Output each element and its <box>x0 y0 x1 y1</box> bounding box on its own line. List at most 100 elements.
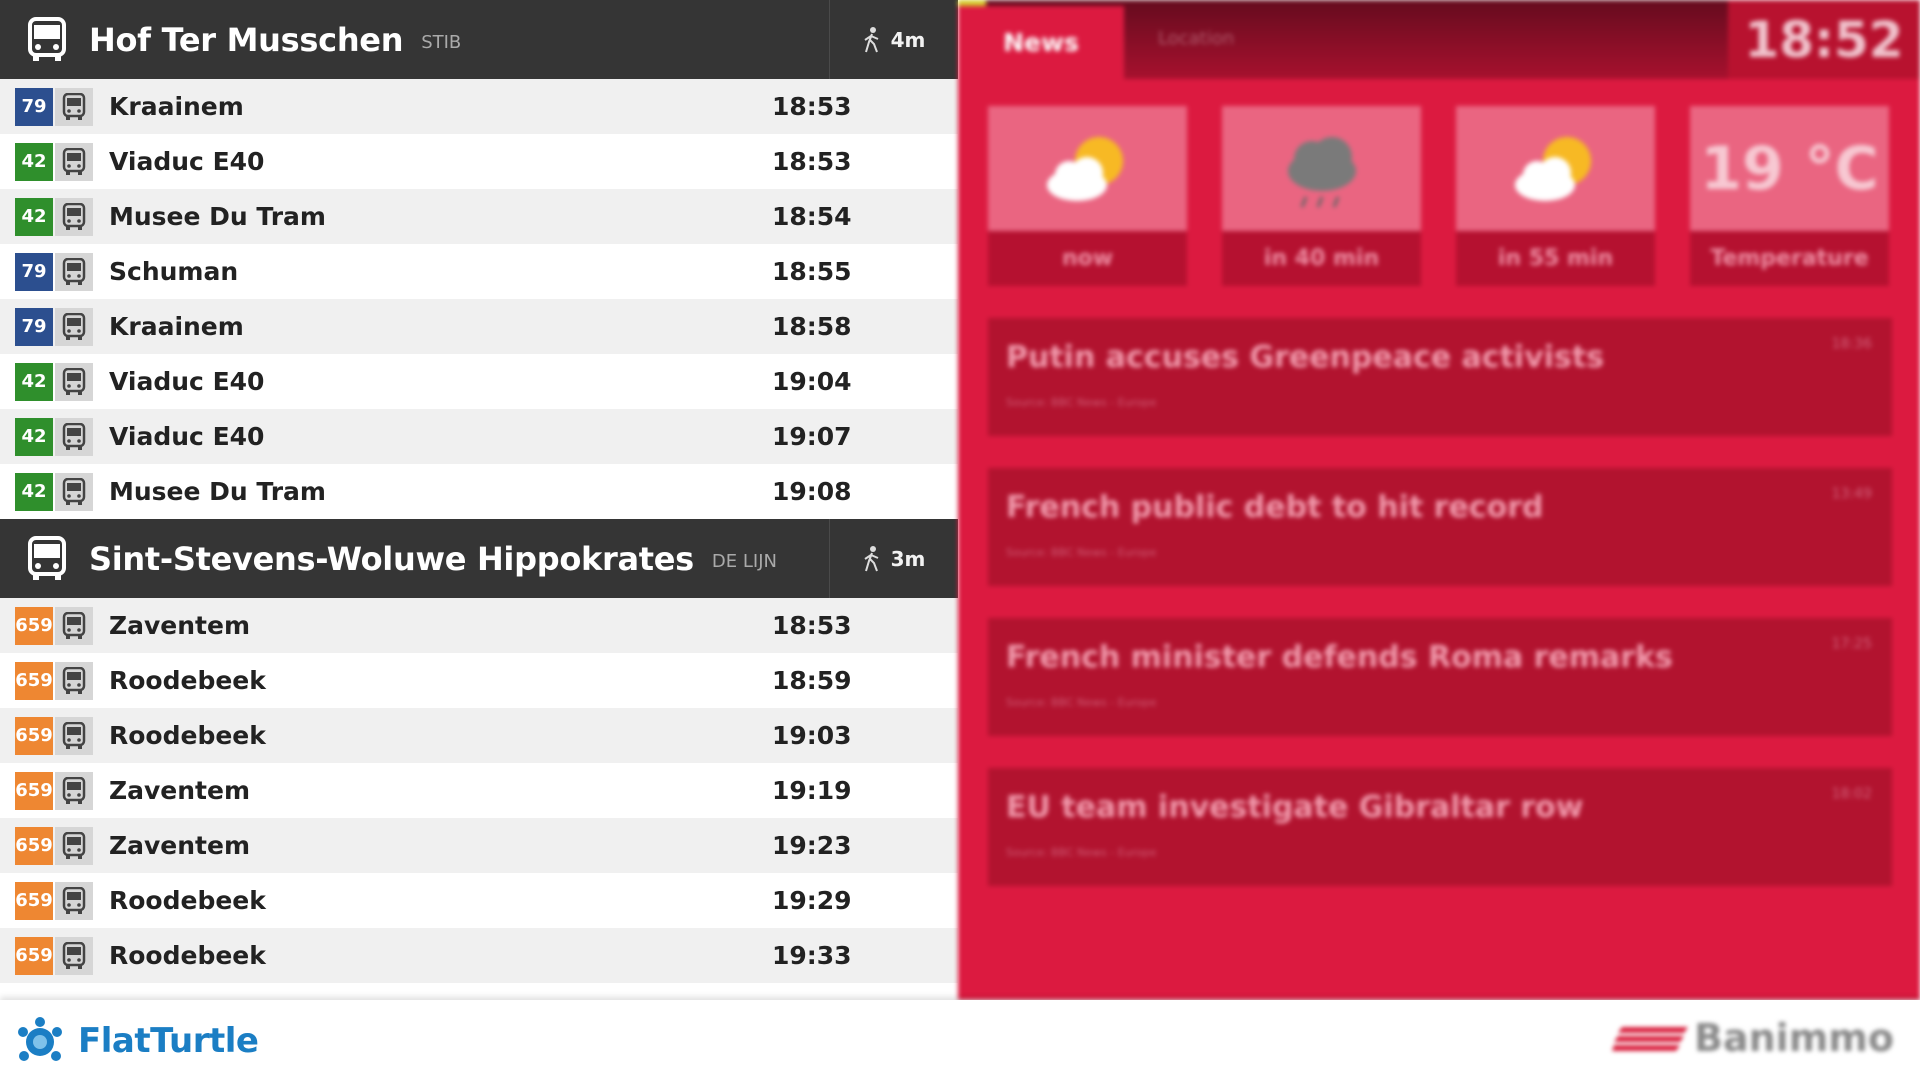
walk-time: 3m <box>829 519 958 598</box>
bus-icon <box>55 826 93 865</box>
walk-time: 4m <box>829 0 958 79</box>
route-badge: 79 <box>15 307 53 346</box>
route-badge: 42 <box>15 197 53 236</box>
route-badge: 42 <box>15 472 53 511</box>
news-source: Source: BBC News - Europe <box>1006 846 1157 859</box>
bus-icon <box>55 661 93 700</box>
destination: Zaventem <box>109 776 251 805</box>
weather-label: now <box>988 231 1187 286</box>
walk-time-value: 4m <box>890 27 926 52</box>
route-badge: 659 <box>15 826 53 865</box>
partly-sunny-icon <box>1514 136 1591 201</box>
departure-row: 42 Viaduc E40 19:04 <box>0 354 958 409</box>
transit-panel: Hof Ter Musschen STIB 4m 79 Kraainem 18:53… <box>0 0 958 1000</box>
departure-time: 19:08 <box>772 477 852 506</box>
route-badge: 659 <box>15 881 53 920</box>
brand-name: FlatTurtle <box>78 1021 259 1061</box>
destination: Zaventem <box>109 611 251 640</box>
departure-time: 18:54 <box>772 202 852 231</box>
news-card[interactable]: French minister defends Roma remarks 17:… <box>988 618 1892 736</box>
departure-row: 659 Zaventem 18:53 <box>0 598 958 653</box>
rain-cloud-icon <box>1287 136 1356 208</box>
news-time: 17:25 <box>1831 636 1872 652</box>
news-card[interactable]: EU team investigate Gibraltar row 18:02 … <box>988 768 1892 886</box>
bus-icon <box>55 252 93 291</box>
news-time: 18:36 <box>1831 336 1872 352</box>
destination: Roodebeek <box>109 721 266 750</box>
route-badge: 42 <box>15 142 53 181</box>
departure-row: 79 Kraainem 18:58 <box>0 299 958 354</box>
destination: Kraainem <box>109 92 244 121</box>
destination: Viaduc E40 <box>109 367 265 396</box>
route-badge: 659 <box>15 606 53 645</box>
weather-label: in 40 min <box>1222 231 1421 286</box>
news-source: Source: BBC News - Europe <box>1006 396 1157 409</box>
departure-time: 18:59 <box>772 666 852 695</box>
destination: Musee Du Tram <box>109 202 326 231</box>
partner-name: Banimmo <box>1694 1016 1894 1060</box>
destination: Zaventem <box>109 831 251 860</box>
news-time: 18:02 <box>1831 786 1872 802</box>
route-badge: 659 <box>15 936 53 975</box>
destination: Roodebeek <box>109 941 266 970</box>
destination: Viaduc E40 <box>109 147 265 176</box>
temperature-tile: 19 °C Temperature <box>1690 106 1889 286</box>
station-header: Hof Ter Musschen STIB 4m <box>0 0 958 79</box>
bus-icon <box>55 771 93 810</box>
bus-icon <box>55 606 93 645</box>
clock: 18:52 <box>1728 0 1920 79</box>
partly-sunny-icon <box>1046 136 1123 201</box>
route-badge: 659 <box>15 716 53 755</box>
weather-label: Temperature <box>1690 231 1889 286</box>
brand[interactable]: FlatTurtle <box>16 1016 259 1066</box>
departure-row: 659 Zaventem 19:23 <box>0 818 958 873</box>
weather-label: in 55 min <box>1456 231 1655 286</box>
bus-icon <box>28 16 66 61</box>
departure-row: 42 Musee Du Tram 18:54 <box>0 189 958 244</box>
weather-tile-40: in 40 min <box>1222 106 1421 286</box>
turtle-logo-icon <box>18 1017 62 1061</box>
news-title: French minister defends Roma remarks <box>1006 640 1673 675</box>
news-source: Source: BBC News - Europe <box>1006 696 1157 709</box>
partner-stripes-icon <box>1612 1027 1689 1051</box>
news-source: Source: BBC News - Europe <box>1006 546 1157 559</box>
news-card[interactable]: French public debt to hit record 13:49 S… <box>988 468 1892 586</box>
bus-icon <box>55 307 93 346</box>
departure-list: 79 Kraainem 18:53 42 Viaduc E40 18:53 42 Musee … <box>0 79 958 519</box>
tab-news[interactable]: News <box>958 6 1124 79</box>
walk-time-value: 3m <box>890 546 926 571</box>
destination: Viaduc E40 <box>109 422 265 451</box>
weather-tile-now: now <box>988 106 1187 286</box>
route-badge: 659 <box>15 661 53 700</box>
route-badge: 42 <box>15 362 53 401</box>
departure-row: 659 Zaventem 19:19 <box>0 763 958 818</box>
route-badge: 79 <box>15 87 53 126</box>
info-topbar: News Location 18:52 <box>958 0 1920 79</box>
bus-icon <box>28 535 66 580</box>
departure-time: 19:07 <box>772 422 852 451</box>
departure-time: 19:04 <box>772 367 852 396</box>
walking-icon <box>864 545 879 571</box>
destination: Kraainem <box>109 312 244 341</box>
news-card[interactable]: Putin accuses Greenpeace activists 18:36… <box>988 318 1892 436</box>
departure-time: 19:33 <box>772 941 852 970</box>
route-badge: 659 <box>15 771 53 810</box>
news-title: Putin accuses Greenpeace activists <box>1006 340 1605 375</box>
station-name: Sint-Stevens-Woluwe Hippokrates <box>89 539 694 578</box>
departure-row: 659 Roodebeek 19:33 <box>0 928 958 983</box>
departure-row: 659 Roodebeek 19:29 <box>0 873 958 928</box>
departure-time: 19:23 <box>772 831 852 860</box>
tab-location[interactable]: Location <box>1158 28 1234 49</box>
station-agency: DE LIJN <box>711 551 777 572</box>
bus-icon <box>55 417 93 456</box>
bus-icon <box>55 881 93 920</box>
departure-time: 18:53 <box>772 92 852 121</box>
departure-time: 18:58 <box>772 312 852 341</box>
departure-time: 18:55 <box>772 257 852 286</box>
destination: Musee Du Tram <box>109 477 326 506</box>
footer: FlatTurtle Banimmo <box>0 1000 1920 1080</box>
departure-row: 659 Roodebeek 18:59 <box>0 653 958 708</box>
bus-icon <box>55 716 93 755</box>
departure-row: 79 Schuman 18:55 <box>0 244 958 299</box>
station-agency: STIB <box>421 32 462 53</box>
